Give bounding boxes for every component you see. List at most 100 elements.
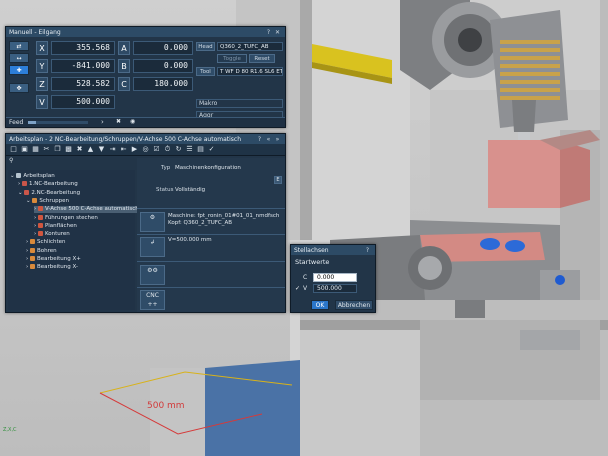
makro-field[interactable] xyxy=(196,99,283,108)
gears-button[interactable]: ⚙⚙ xyxy=(140,265,165,285)
machine-button[interactable]: ⚙ xyxy=(140,212,165,232)
tree-item-label: Planflächen xyxy=(44,222,77,229)
tree-item[interactable]: › Führungen stechen xyxy=(34,214,98,222)
delete-icon[interactable]: ✖ xyxy=(75,145,84,154)
ok-button[interactable]: OK xyxy=(311,300,329,310)
tool-button[interactable]: Tool xyxy=(196,67,215,76)
axis-x-value[interactable]: 355.568 xyxy=(51,41,115,55)
record-icon[interactable]: ◉ xyxy=(130,118,135,125)
head-field[interactable]: Q360_2_TUFC_AB xyxy=(217,42,283,51)
tree-item[interactable]: › 1.NC-Bearbeitung xyxy=(18,181,78,188)
gears-icon: ⚙⚙ xyxy=(147,267,158,274)
tree-item-label: Konturen xyxy=(44,231,70,238)
prev-icon[interactable]: › xyxy=(101,118,104,126)
c-value-input[interactable]: 0.000 xyxy=(313,273,357,282)
axis-b-value[interactable]: 0.000 xyxy=(133,59,193,73)
machine-icon: ⚙ xyxy=(149,214,156,221)
node-icon xyxy=(24,189,30,195)
head-button[interactable]: Head xyxy=(196,42,215,51)
stell-row-v: ✓ V 500.000 xyxy=(295,284,357,293)
stop-icon[interactable]: ✖ xyxy=(116,118,121,125)
feed-slider[interactable] xyxy=(28,121,88,124)
tree-item-label: Bearbeitung X+ xyxy=(36,256,81,262)
check-icon[interactable]: ✓ xyxy=(207,145,216,154)
tree-item-label: 2.NC-Bearbeitung xyxy=(31,189,81,196)
new-icon[interactable]: □ xyxy=(9,145,18,154)
axis-a-value[interactable]: 0.000 xyxy=(133,41,193,55)
tree-item[interactable]: › Bohren xyxy=(26,247,57,255)
stell-titlebar[interactable]: Stellachsen ? xyxy=(291,245,375,255)
copy-icon[interactable]: ❐ xyxy=(53,145,62,154)
tree-item[interactable]: ⌄ 2.NC-Bearbeitung xyxy=(18,189,81,197)
position-mode-button[interactable]: ✚ xyxy=(9,65,29,75)
tree-item-label: Arbeitsplan xyxy=(23,173,55,179)
axis-z-value[interactable]: 528.582 xyxy=(51,77,115,91)
indent-icon[interactable]: ⇥ xyxy=(108,145,117,154)
open-icon[interactable]: ▣ xyxy=(20,145,29,154)
cnc-sub: ++ xyxy=(147,301,158,308)
outdent-icon[interactable]: ⇤ xyxy=(119,145,128,154)
axis-v-value[interactable]: 500.000 xyxy=(51,95,115,109)
lock-icon[interactable]: ☑ xyxy=(152,145,161,154)
reset-button[interactable]: Reset xyxy=(249,54,275,63)
collapse-button[interactable]: « xyxy=(264,136,273,143)
close-button[interactable]: ✕ xyxy=(273,29,282,36)
node-icon xyxy=(29,247,35,253)
timer-icon[interactable]: ⏱ xyxy=(163,145,172,154)
arrows-icon: ⇄ xyxy=(16,42,22,50)
tree-item[interactable]: › Konturen xyxy=(34,231,70,238)
search-icon[interactable]: ⚲ xyxy=(9,157,13,164)
move-up-icon[interactable]: ▲ xyxy=(86,145,95,154)
list-icon[interactable]: ☰ xyxy=(185,145,194,154)
chart-icon[interactable]: ▤ xyxy=(196,145,205,154)
tree-item[interactable]: › Bearbeitung X+ xyxy=(26,256,81,263)
play-icon[interactable]: ▶ xyxy=(130,145,139,154)
paste-icon[interactable]: ▩ xyxy=(64,145,73,154)
tree-item[interactable]: › Schlichten xyxy=(26,239,66,246)
workplan-title: Arbeitsplan - 2 NC-Bearbeitung/Schruppen… xyxy=(9,135,242,143)
help-button[interactable]: ? xyxy=(255,136,264,143)
node-icon xyxy=(21,181,27,187)
jog-mode-button[interactable]: ⇄ xyxy=(9,41,29,51)
cut-icon[interactable]: ✂ xyxy=(42,145,51,154)
node-icon xyxy=(37,222,43,228)
cancel-button[interactable]: Abbrechen xyxy=(335,300,373,310)
save-icon[interactable]: ▦ xyxy=(31,145,40,154)
workplan-titlebar[interactable]: Arbeitsplan - 2 NC-Bearbeitung/Schruppen… xyxy=(6,134,285,144)
tree-item[interactable]: › Planflächen xyxy=(34,222,77,230)
refresh-icon[interactable]: ↻ xyxy=(174,145,183,154)
machine-line: Maschine: fpt_ronin_01#01_01_nmdfsch xyxy=(168,213,280,219)
step-mode-button[interactable]: ↔ xyxy=(9,53,29,63)
feed-label: Feed xyxy=(9,119,24,126)
target-icon[interactable]: ◎ xyxy=(141,145,150,154)
row-checkbox[interactable]: ✓ xyxy=(295,285,303,292)
toggle-button[interactable]: Toggle xyxy=(217,54,247,63)
workplan-tree: ⌄ Arbeitsplan › 1.NC-Bearbeitung ⌄ 2.NC-Be… xyxy=(8,170,141,310)
manual-titlebar[interactable]: Manuell - Eilgang ? ✕ xyxy=(6,27,285,37)
divider xyxy=(137,208,285,209)
node-icon xyxy=(37,214,43,220)
v-line: V=500.000 mm xyxy=(168,237,212,243)
direction-button[interactable]: ✥ xyxy=(9,83,29,93)
typ-value: Maschinenkonfiguration xyxy=(175,165,241,171)
axis-button[interactable]: ↲ xyxy=(140,237,165,257)
help-button[interactable]: ? xyxy=(264,29,273,36)
tree-item[interactable]: ⌄ Arbeitsplan xyxy=(10,173,55,180)
divider xyxy=(137,261,285,262)
move-down-icon[interactable]: ▼ xyxy=(97,145,106,154)
tree-item[interactable]: › V-Achse 500 C-Achse automatisch xyxy=(34,206,141,214)
axis-v-label: V xyxy=(36,95,48,109)
tree-item[interactable]: › Bearbeitung X- xyxy=(26,264,78,271)
help-button[interactable]: ? xyxy=(363,247,372,254)
cnc-button[interactable]: CNC ++ xyxy=(140,290,165,310)
expand-button[interactable]: » xyxy=(273,136,282,143)
tree-item[interactable]: ⌄ Schruppen xyxy=(26,197,69,205)
tool-field[interactable]: T WF D 80 R1.6 SL6 ET250 J xyxy=(217,67,283,76)
axis-y-value[interactable]: -841.000 xyxy=(51,59,115,73)
node-icon xyxy=(16,173,22,178)
axis-c-value[interactable]: 180.000 xyxy=(133,77,193,91)
node-icon xyxy=(29,239,35,245)
step-icon: ↔ xyxy=(16,54,22,62)
v-value-input[interactable]: 500.000 xyxy=(313,284,357,293)
edit-type-button[interactable]: E xyxy=(274,176,282,184)
